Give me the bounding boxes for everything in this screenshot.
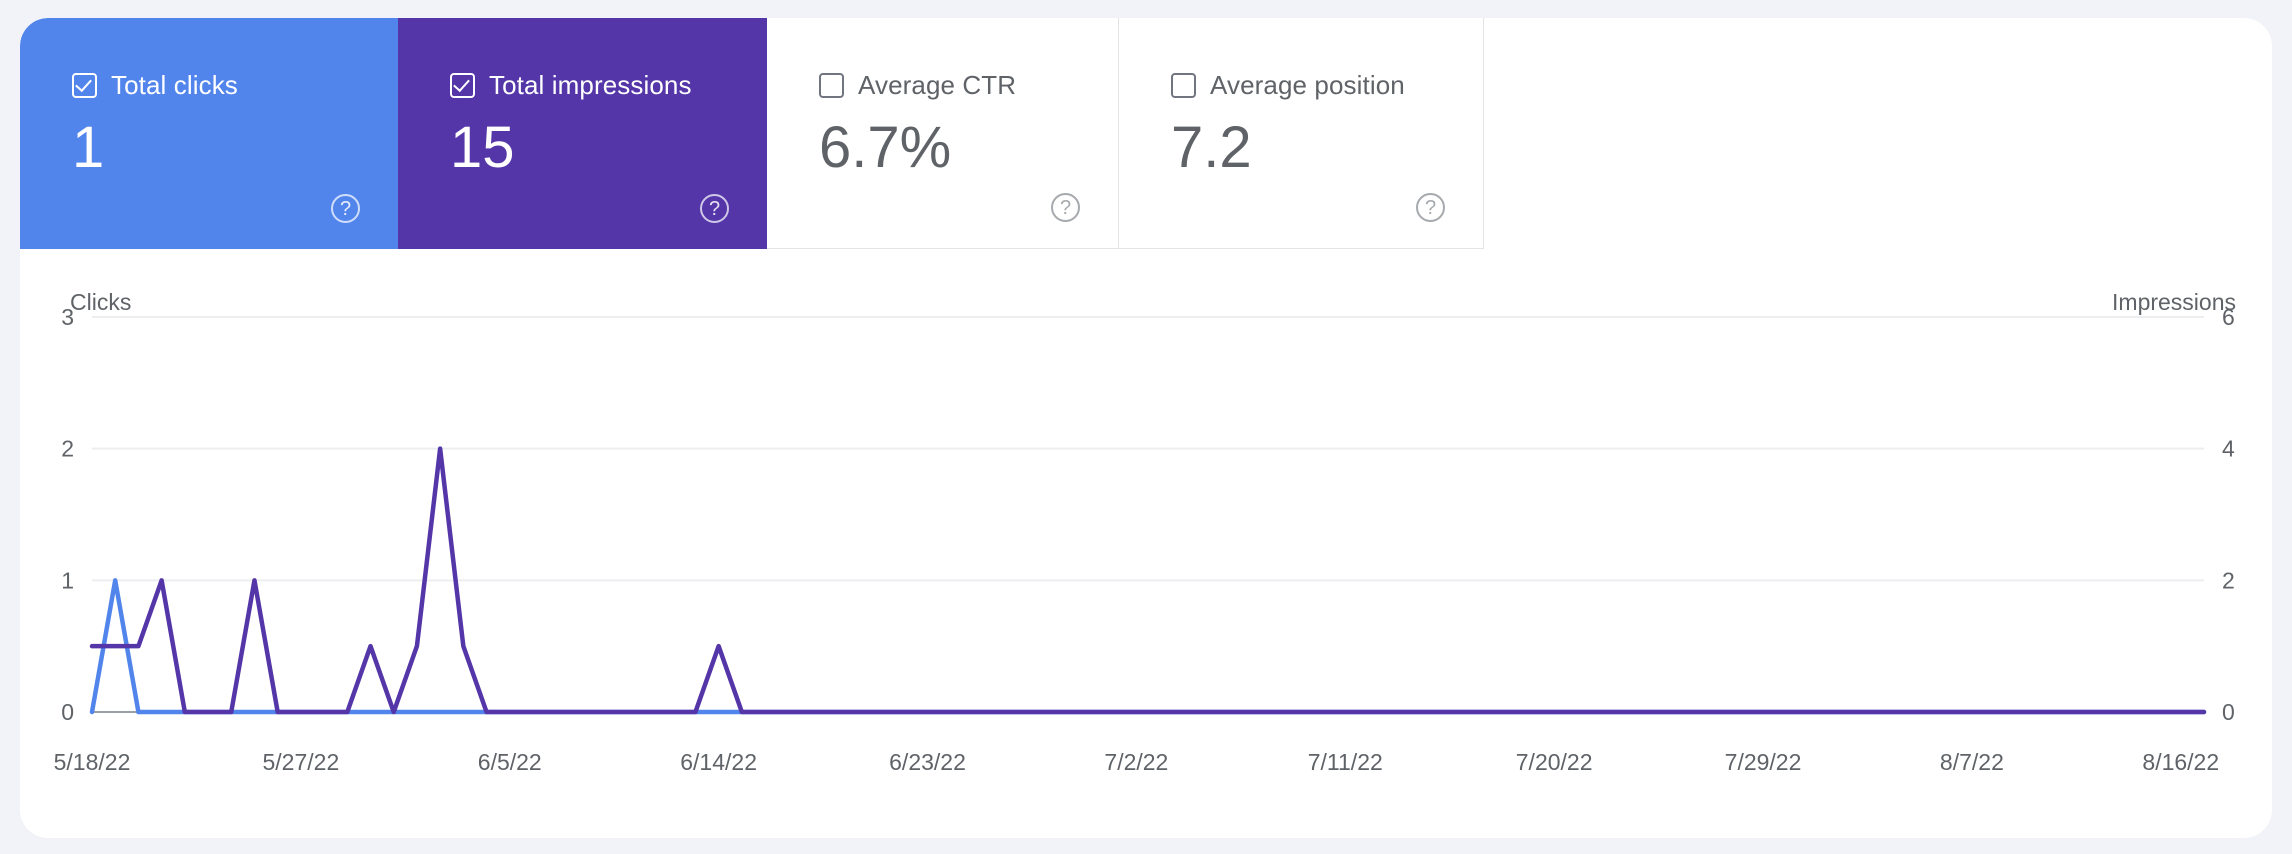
metric-card-header: Total impressions: [450, 70, 767, 101]
x-axis-tick: 8/7/22: [1940, 749, 2004, 775]
metric-card-value: 6.7%: [819, 115, 952, 180]
metric-card-total-clicks[interactable]: Total clicks 1 ?: [20, 18, 398, 249]
x-axis-tick: 8/16/22: [2142, 749, 2219, 775]
metric-card-label: Average CTR: [858, 70, 1017, 100]
help-icon[interactable]: ?: [1416, 193, 1445, 222]
y-axis-right-tick: 2: [2222, 567, 2235, 593]
x-axis-tick: 7/2/22: [1104, 749, 1168, 775]
metric-card-average-position[interactable]: Average position 7.2 ?: [1119, 18, 1484, 249]
x-axis-tick: 5/18/22: [54, 749, 131, 775]
metric-card-label: Total impressions: [489, 70, 692, 100]
x-axis-tick: 6/23/22: [889, 749, 966, 775]
chart-canvas[interactable]: 3 6 2 4 1 2 0 0 5/18/22 5/27/22 6/5/22 6/14/22 6/23/…: [20, 249, 2272, 838]
x-axis-tick: 7/20/22: [1516, 749, 1593, 775]
metric-card-header: Total clicks: [72, 70, 398, 101]
metric-cards: Total clicks 1 ? Total impressions 15 ? …: [20, 18, 1484, 249]
metric-card-value: 15: [450, 115, 515, 180]
metric-card-average-ctr[interactable]: Average CTR 6.7% ?: [767, 18, 1119, 249]
help-icon[interactable]: ?: [1051, 193, 1080, 222]
metric-card-value: 7.2: [1171, 115, 1252, 180]
metric-card-label: Total clicks: [111, 70, 238, 100]
checkbox-unchecked-icon[interactable]: [1171, 73, 1196, 98]
x-axis-tick: 7/29/22: [1725, 749, 1802, 775]
metric-card-label: Average position: [1210, 70, 1405, 100]
metric-card-header: Average CTR: [819, 70, 1118, 101]
y-axis-left-tick: 2: [61, 436, 74, 462]
performance-page: Total clicks 1 ? Total impressions 15 ? …: [0, 0, 2292, 854]
y-axis-right-tick: 6: [2222, 304, 2235, 330]
help-icon[interactable]: ?: [700, 194, 729, 223]
x-axis-tick: 6/14/22: [680, 749, 757, 775]
x-axis-tick: 5/27/22: [263, 749, 340, 775]
checkbox-unchecked-icon[interactable]: [819, 73, 844, 98]
metric-card-total-impressions[interactable]: Total impressions 15 ?: [398, 18, 767, 249]
checkbox-checked-icon[interactable]: [72, 73, 97, 98]
y-axis-left-tick: 1: [61, 567, 74, 593]
performance-panel: Total clicks 1 ? Total impressions 15 ? …: [20, 18, 2272, 838]
metric-card-header: Average position: [1171, 70, 1483, 101]
performance-chart: Clicks Impressions 3 6 2 4 1 2 0 0 5/18/22 5/27/2…: [20, 249, 2272, 838]
checkbox-checked-icon[interactable]: [450, 73, 475, 98]
y-axis-right-tick: 4: [2222, 436, 2235, 462]
y-axis-left-tick: 0: [61, 699, 74, 725]
x-axis-tick: 7/11/22: [1308, 749, 1383, 775]
help-icon[interactable]: ?: [331, 194, 360, 223]
metric-card-value: 1: [72, 115, 105, 180]
y-axis-right-tick: 0: [2222, 699, 2235, 725]
series-line-clicks: [89, 578, 2207, 715]
y-axis-left-tick: 3: [61, 304, 74, 330]
x-axis-tick: 6/5/22: [478, 749, 542, 775]
